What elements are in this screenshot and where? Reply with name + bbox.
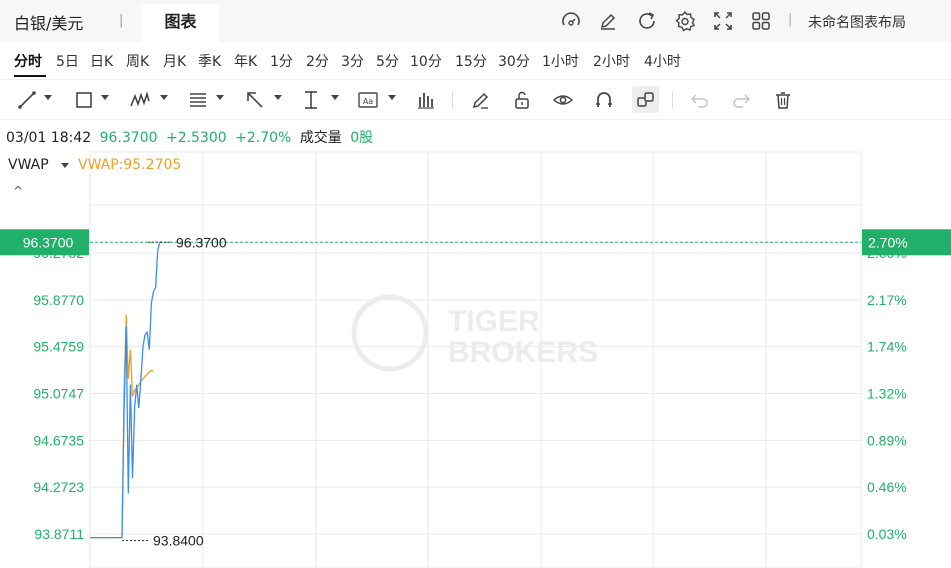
right-tick-label-6: 0.03% [867, 526, 907, 542]
period-5[interactable]: 季K [198, 51, 221, 71]
svg-text:Aa: Aa [363, 97, 373, 106]
indicator-name[interactable]: VWAP [8, 157, 49, 173]
active-period-underline [14, 75, 46, 77]
quote-datetime: 03/01 18:42 [6, 130, 92, 146]
watermark-text-2: BROKERS [448, 336, 598, 369]
lock-icon[interactable] [511, 89, 533, 111]
toolbar-divider-2 [672, 91, 673, 109]
left-tick-label-5: 94.2723 [33, 479, 84, 495]
top-header: 白银/美元 | 图表 | 未命名图表布局 [0, 0, 951, 42]
vwap-line [90, 314, 154, 539]
fibonacci-icon[interactable] [187, 89, 209, 111]
period-10[interactable]: 5分 [376, 51, 399, 71]
right-tick-label-3: 1.32% [867, 385, 907, 401]
period-13[interactable]: 30分 [498, 51, 530, 71]
layer-icon[interactable] [635, 89, 657, 111]
instrument-title[interactable]: 白银/美元 [14, 10, 83, 34]
redo-icon[interactable] [730, 89, 752, 111]
gauge-icon[interactable] [560, 10, 582, 32]
header-divider-right: | [788, 12, 793, 27]
text-icon[interactable]: Aa [357, 89, 379, 111]
right-tick-label-4: 0.89% [867, 432, 907, 448]
measure-dropdown[interactable] [331, 95, 339, 100]
watermark-logo [351, 294, 429, 372]
right-tick-label-1: 2.17% [867, 292, 907, 308]
pencil-icon[interactable] [470, 89, 492, 111]
collapse-icon[interactable]: ^ [13, 184, 23, 198]
period-1[interactable]: 5日 [56, 51, 79, 71]
period-11[interactable]: 10分 [410, 51, 442, 71]
period-2[interactable]: 日K [90, 51, 113, 71]
period-6[interactable]: 年K [234, 51, 257, 71]
period-16[interactable]: 4小时 [644, 51, 681, 71]
high-marker-label: 96.3700 [176, 234, 227, 250]
period-8[interactable]: 2分 [306, 51, 329, 71]
undo-icon[interactable] [689, 89, 711, 111]
quote-info: 03/01 18:42 96.3700 +2.5300 +2.70% 成交量 0… [6, 127, 377, 147]
rectangle-icon[interactable] [73, 89, 95, 111]
chart-app: 白银/美元 | 图表 | 未命名图表布局 分时 5日 日K 周K 月K 季K 年… [0, 0, 951, 568]
edit-icon[interactable] [597, 10, 619, 32]
header-divider: | [119, 13, 124, 28]
period-9[interactable]: 3分 [341, 51, 364, 71]
quote-change-pct: +2.70% [235, 130, 292, 146]
settings-icon[interactable] [674, 10, 696, 32]
current-price-badge-label: 96.3700 [23, 234, 74, 250]
drawing-toolbar: Aa [0, 80, 951, 120]
wave-pattern-icon[interactable] [129, 89, 151, 111]
intraday-chart[interactable]: TIGERBROKERS96.278295.877095.475995.0747… [0, 150, 951, 568]
measure-icon[interactable] [300, 89, 322, 111]
right-tick-label-5: 0.46% [867, 479, 907, 495]
eye-icon[interactable] [552, 89, 574, 111]
period-bar: 分时 5日 日K 周K 月K 季K 年K 1分 2分 3分 5分 10分 15分 30分 1小时 2小时 4小时 [0, 42, 951, 80]
period-7[interactable]: 1分 [270, 51, 293, 71]
period-14[interactable]: 1小时 [542, 51, 579, 71]
low-marker-label: 93.8400 [153, 533, 204, 549]
price-line [90, 241, 162, 539]
period-4[interactable]: 月K [163, 51, 186, 71]
watermark-text-1: TIGER [448, 305, 540, 338]
text-dropdown[interactable] [388, 95, 396, 100]
indicator-value: VWAP:95.2705 [78, 157, 182, 173]
period-0[interactable]: 分时 [14, 51, 42, 71]
left-tick-label-3: 95.0747 [33, 385, 84, 401]
quote-price: 96.3700 [99, 130, 158, 146]
period-15[interactable]: 2小时 [593, 51, 630, 71]
trend-line-dropdown[interactable] [44, 95, 52, 100]
period-12[interactable]: 15分 [455, 51, 487, 71]
left-tick-label-2: 95.4759 [33, 339, 84, 355]
refresh-icon[interactable] [636, 10, 658, 32]
trend-line-icon[interactable] [16, 89, 38, 111]
period-3[interactable]: 周K [126, 51, 149, 71]
left-tick-label-1: 95.8770 [33, 292, 84, 308]
rectangle-dropdown[interactable] [101, 95, 109, 100]
fullscreen-icon[interactable] [712, 10, 734, 32]
grid-icon[interactable] [750, 10, 772, 32]
magnet-icon[interactable] [593, 89, 615, 111]
bar-pattern-icon[interactable] [415, 89, 437, 111]
quote-change: +2.5300 [165, 130, 227, 146]
tab-chart[interactable]: 图表 [142, 4, 219, 42]
current-pct-badge-label: 2.70% [868, 234, 908, 250]
quote-volume: 0股 [350, 130, 374, 146]
delete-icon[interactable] [772, 89, 794, 111]
layout-name[interactable]: 未命名图表布局 [808, 12, 906, 32]
indicator-dropdown[interactable] [61, 163, 69, 168]
left-tick-label-6: 93.8711 [34, 526, 84, 542]
right-tick-label-2: 1.74% [867, 339, 907, 355]
fibonacci-dropdown[interactable] [216, 95, 224, 100]
toolbar-divider [452, 91, 453, 109]
left-tick-label-4: 94.6735 [33, 432, 84, 448]
arrow-icon[interactable] [244, 89, 266, 111]
quote-volume-label: 成交量 [299, 130, 342, 146]
arrow-dropdown[interactable] [274, 95, 282, 100]
wave-pattern-dropdown[interactable] [160, 95, 168, 100]
